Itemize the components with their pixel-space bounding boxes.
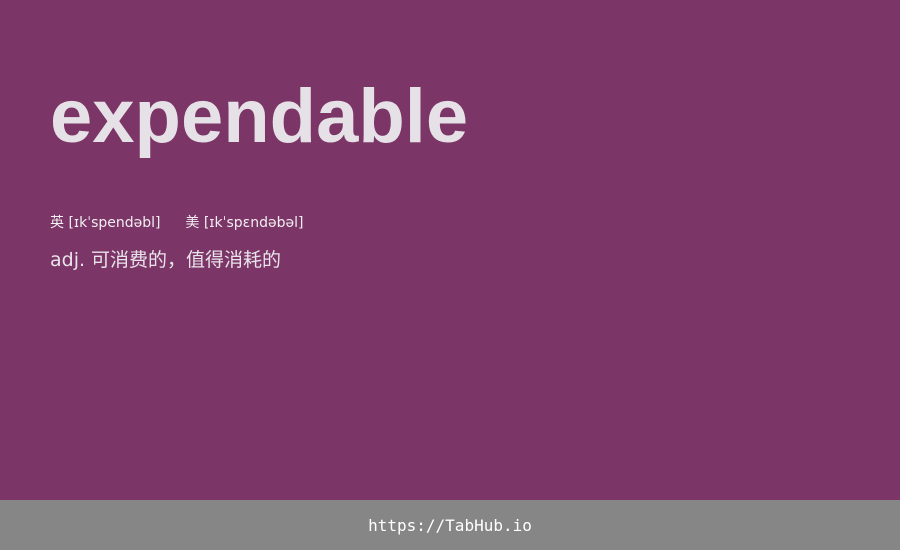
phonetics: 英 [ɪkˈspendəbl] 美 [ɪkˈspɛndəbəl]: [50, 213, 303, 233]
us-label: 美: [185, 215, 200, 231]
uk-phonetic: [ɪkˈspendəbl]: [68, 215, 161, 231]
footer-bar: https://TabHub.io: [0, 500, 900, 550]
word-card: expendable 英 [ɪkˈspendəbl] 美 [ɪkˈspɛndəb…: [0, 0, 900, 500]
tabhub-link[interactable]: https://TabHub.io: [368, 516, 532, 535]
definition: adj. 可消费的，值得消耗的: [50, 249, 282, 271]
us-phonetic: [ɪkˈspɛndəbəl]: [203, 215, 304, 231]
word-heading: expendable: [50, 74, 469, 159]
uk-label: 英: [50, 215, 64, 231]
